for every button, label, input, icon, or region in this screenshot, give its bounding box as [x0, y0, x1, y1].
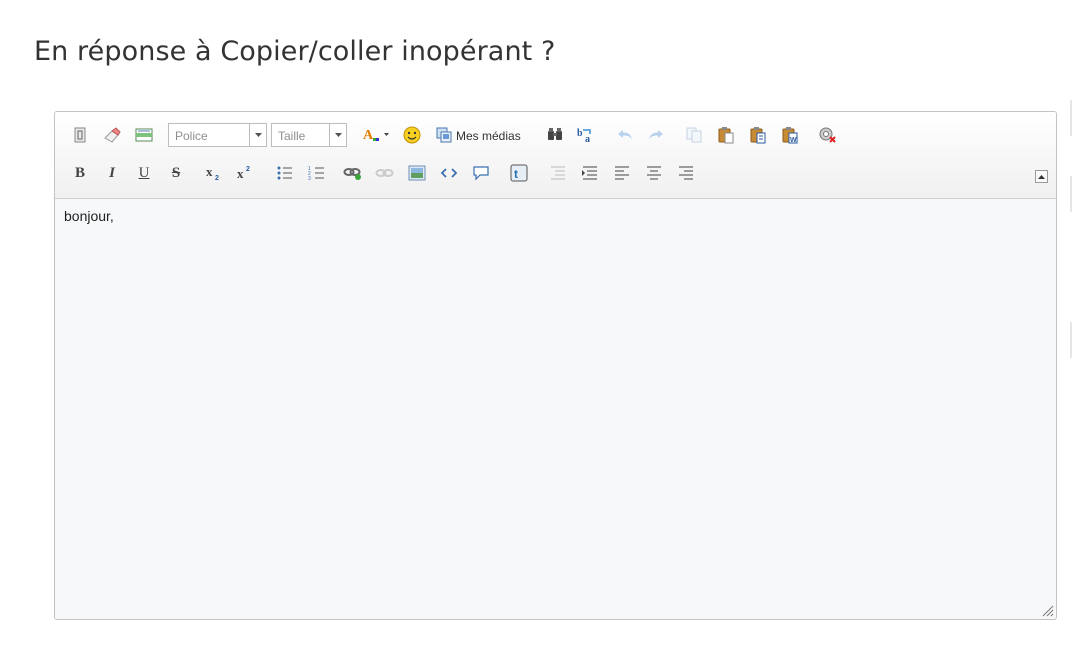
find-icon: [548, 128, 562, 140]
paste-icon: [718, 127, 734, 144]
undo-icon: [618, 130, 632, 139]
align-center-icon: [647, 166, 661, 180]
font-family-select[interactable]: Police: [168, 123, 267, 147]
redo-button[interactable]: [644, 122, 668, 148]
superscript-button[interactable]: x 2: [233, 160, 257, 186]
paste-word-button[interactable]: W: [778, 122, 802, 148]
strike-icon: S: [171, 164, 181, 181]
svg-text:a: a: [585, 134, 590, 144]
media-icon: [436, 127, 452, 143]
chevron-down-icon: [249, 124, 266, 146]
replace-button[interactable]: b a: [574, 122, 598, 148]
spellcheck-icon: [819, 127, 836, 143]
remove-format-button[interactable]: [100, 122, 124, 148]
svg-text:3: 3: [308, 176, 311, 181]
redo-icon: [649, 130, 663, 139]
bold-icon: B: [74, 164, 85, 181]
undo-button[interactable]: [613, 122, 637, 148]
template-button[interactable]: [132, 122, 156, 148]
twitter-icon: t: [510, 164, 528, 182]
number-list-icon: 1 2 3: [308, 166, 324, 181]
unlink-button[interactable]: [373, 160, 397, 186]
svg-text:x: x: [237, 166, 244, 181]
svg-text:W: W: [790, 137, 797, 144]
link-icon: [343, 168, 361, 180]
bullet-list-button[interactable]: [273, 160, 297, 186]
page-title: En réponse à Copier/coller inopérant ?: [34, 36, 556, 67]
paste-text-button[interactable]: [746, 122, 770, 148]
chevron-up-icon: [1038, 174, 1045, 179]
template-icon: [135, 128, 153, 142]
font-size-select[interactable]: Taille: [271, 123, 347, 147]
link-button[interactable]: [341, 160, 365, 186]
editor-content[interactable]: bonjour,: [64, 208, 114, 224]
quote-icon: [473, 166, 489, 181]
strikethrough-button[interactable]: S: [164, 160, 188, 186]
align-left-icon: [615, 166, 629, 180]
italic-icon: I: [109, 164, 115, 181]
chevron-down-icon: [329, 124, 346, 146]
align-left-button[interactable]: [610, 160, 634, 186]
copy-button[interactable]: [682, 122, 706, 148]
unlink-icon: [375, 169, 394, 177]
underline-icon: U: [138, 164, 150, 181]
font-family-value: Police: [175, 129, 208, 143]
align-right-button[interactable]: [674, 160, 698, 186]
editor-toolbar: Police Taille A Mes médias b a W B I U S…: [55, 112, 1056, 199]
bold-button[interactable]: B: [68, 160, 92, 186]
find-button[interactable]: [543, 122, 567, 148]
outdent-icon: [551, 166, 565, 180]
svg-text:2: 2: [246, 166, 250, 173]
collapse-toolbar-button[interactable]: [1035, 170, 1048, 183]
edge-divider: [1070, 100, 1074, 136]
replace-icon: b a: [577, 128, 591, 144]
numbered-list-button[interactable]: 1 2 3: [305, 160, 329, 186]
svg-text:b: b: [577, 128, 583, 139]
subscript-icon: x 2: [206, 164, 219, 182]
toolbar-row-1: Police Taille A Mes médias b a W: [55, 122, 1056, 150]
code-icon: [440, 168, 458, 178]
smiley-button[interactable]: [400, 122, 424, 148]
text-color-icon: A: [363, 128, 389, 143]
paste-word-icon: W: [782, 127, 798, 144]
resize-grip-icon[interactable]: [1042, 605, 1054, 617]
paste-button[interactable]: [714, 122, 738, 148]
svg-text:A: A: [363, 128, 374, 143]
align-center-button[interactable]: [642, 160, 666, 186]
image-icon: [408, 165, 426, 181]
underline-button[interactable]: U: [132, 160, 156, 186]
outdent-button[interactable]: [546, 160, 570, 186]
twitter-button[interactable]: t: [507, 160, 531, 186]
align-right-icon: [679, 166, 693, 180]
svg-text:x: x: [206, 164, 213, 179]
svg-text:t: t: [514, 167, 518, 181]
superscript-icon: x 2: [237, 166, 250, 181]
toolbar-row-2: B I U S x 2 x 2 1 2 3 t: [55, 160, 1056, 188]
text-color-button[interactable]: A: [360, 122, 392, 148]
media-button[interactable]: [432, 122, 456, 148]
edge-divider: [1070, 176, 1074, 212]
bullet-list-icon: [277, 166, 292, 180]
italic-button[interactable]: I: [100, 160, 124, 186]
font-size-value: Taille: [278, 129, 306, 143]
source-icon: [74, 127, 86, 143]
spellcheck-button[interactable]: [816, 122, 840, 148]
source-button[interactable]: [68, 122, 92, 148]
rich-text-editor: Police Taille A Mes médias b a W B I U S…: [54, 111, 1057, 620]
edge-divider: [1070, 322, 1074, 358]
image-button[interactable]: [405, 160, 429, 186]
paste-text-icon: [750, 127, 766, 144]
eraser-icon: [104, 127, 121, 143]
quote-button[interactable]: [469, 160, 493, 186]
svg-text:2: 2: [215, 175, 219, 182]
media-label[interactable]: Mes médias: [456, 129, 521, 143]
indent-icon: [582, 166, 597, 180]
subscript-button[interactable]: x 2: [202, 160, 226, 186]
smiley-icon: [403, 126, 421, 144]
copy-icon: [686, 127, 702, 143]
indent-button[interactable]: [578, 160, 602, 186]
code-button[interactable]: [437, 160, 461, 186]
